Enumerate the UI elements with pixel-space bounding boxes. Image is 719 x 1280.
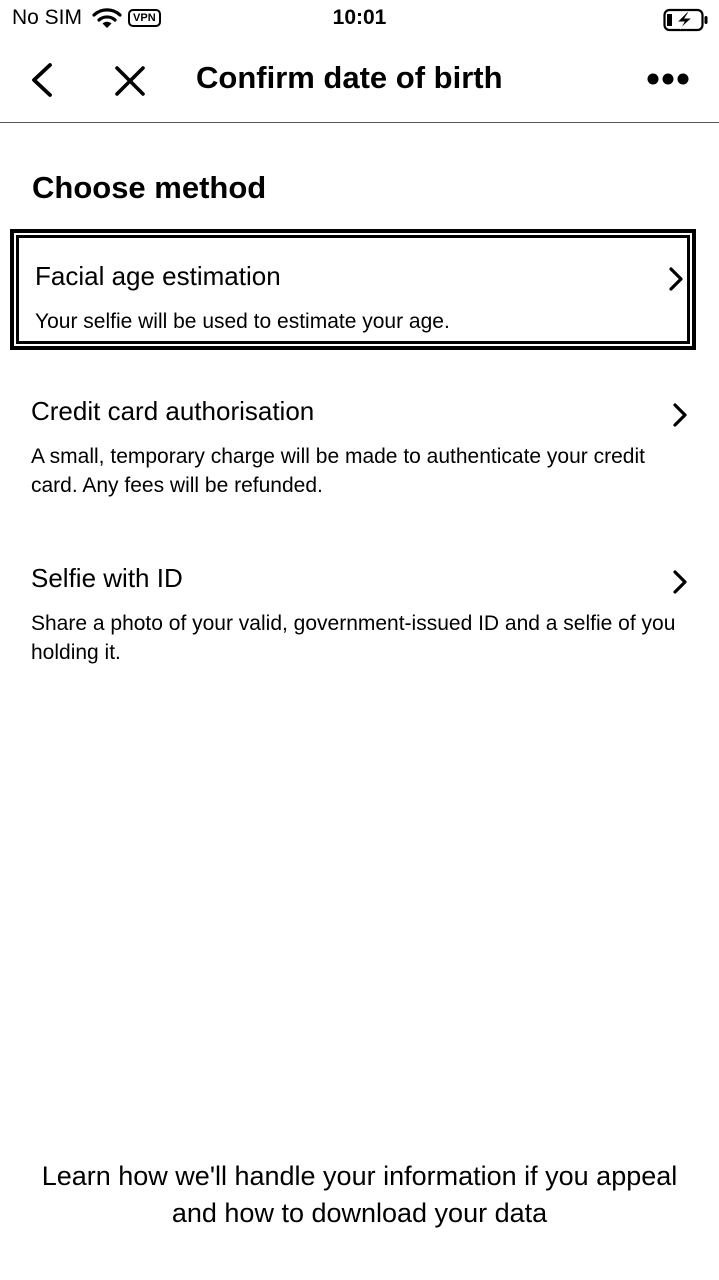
method-credit-card-authorisation[interactable]: Credit card authorisation A small, tempo… — [10, 380, 696, 510]
status-time: 10:01 — [332, 6, 387, 29]
method-selfie-with-id[interactable]: Selfie with ID Share a photo of your val… — [10, 548, 696, 678]
status-bar: No SIM VPN 10:01 — [0, 0, 719, 40]
method-title: Credit card authorisation — [31, 396, 315, 426]
battery-charging-icon — [663, 8, 708, 32]
chevron-right-icon — [673, 403, 687, 427]
method-title: Selfie with ID — [31, 563, 183, 593]
learn-more-link[interactable]: Learn how we'll handle your information … — [30, 1158, 689, 1232]
method-description: A small, temporary charge will be made t… — [31, 445, 645, 497]
page-title: Confirm date of birth — [196, 60, 503, 95]
section-heading: Choose method — [32, 170, 267, 205]
close-icon[interactable] — [112, 64, 148, 98]
chevron-right-icon — [669, 267, 683, 291]
chevron-right-icon — [673, 570, 687, 594]
method-description: Share a photo of your valid, government-… — [31, 612, 676, 664]
method-facial-age-estimation[interactable]: Facial age estimation Your selfie will b… — [10, 229, 696, 350]
nav-bar: Confirm date of birth — [0, 40, 719, 123]
method-title: Facial age estimation — [35, 261, 281, 291]
method-description: Your selfie will be used to estimate you… — [35, 310, 450, 333]
back-icon[interactable] — [26, 62, 58, 98]
more-icon[interactable] — [647, 72, 689, 86]
